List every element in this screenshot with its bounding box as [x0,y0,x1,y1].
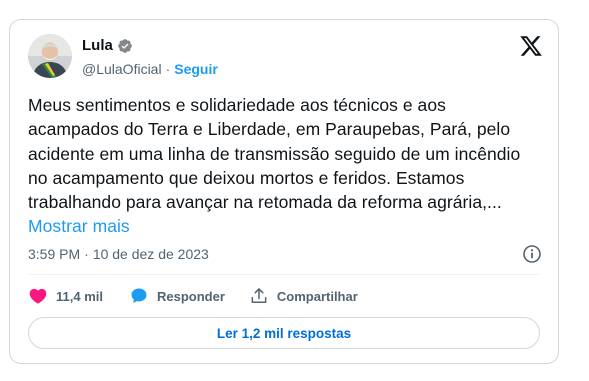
tweet-time: 3:59 PM [28,246,81,262]
avatar[interactable] [28,34,72,78]
divider [28,274,540,275]
info-icon[interactable] [522,244,542,264]
share-button[interactable]: Compartilhar [249,286,358,306]
tweet-text: Meus sentimentos e solidariedade aos téc… [28,93,538,239]
reply-label: Responder [156,288,225,304]
follow-button[interactable]: Seguir [174,61,218,77]
handle-separator: · [165,61,171,77]
author-name-row: Lula [82,37,133,54]
tweet-timestamp[interactable]: 3:59 PM · 10 de dez de 2023 [28,246,209,262]
show-more-link[interactable]: Mostrar mais [28,216,130,236]
author-name[interactable]: Lula [82,37,113,54]
heart-icon [29,288,47,304]
author-handle-row: @LulaOficial · Seguir [82,61,218,77]
timestamp-separator: · [84,246,89,262]
like-count: 11,4 mil [56,288,103,304]
tweet-body: Meus sentimentos e solidariedade aos téc… [28,95,521,213]
share-icon [251,288,267,303]
read-replies-button[interactable]: Ler 1,2 mil respostas [28,317,540,349]
tweet-date: 10 de dez de 2023 [92,246,209,262]
reply-bubble-icon [131,288,147,304]
author-handle[interactable]: @LulaOficial [82,61,162,77]
reply-button[interactable]: Responder [129,286,225,306]
share-label: Compartilhar [276,288,358,304]
action-bar: 11,4 mil Responder Compartilhar [28,286,358,306]
read-replies-label: Ler 1,2 mil respostas [216,325,352,341]
verified-badge-icon [117,38,133,54]
tweet-card: Lula @LulaOficial · Seguir Meus sentimen… [9,19,559,364]
x-logo-icon[interactable] [519,34,543,58]
like-button[interactable]: 11,4 mil [28,286,103,306]
